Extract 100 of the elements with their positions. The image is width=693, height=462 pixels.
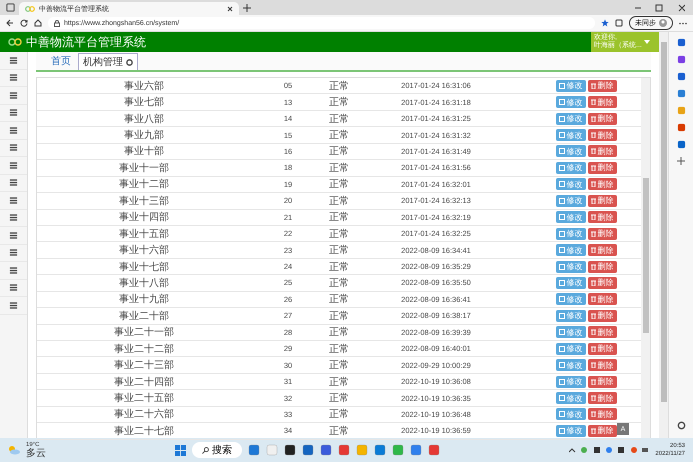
window-controls-icon[interactable] <box>635 4 685 12</box>
trash-icon <box>590 116 596 122</box>
edit-button[interactable]: 修改 <box>556 129 586 142</box>
edit-button[interactable]: 修改 <box>556 293 586 306</box>
trash-icon <box>590 312 596 319</box>
delete-button[interactable]: 删除 <box>588 392 616 404</box>
plus-icon[interactable] <box>243 4 251 12</box>
more-icon[interactable] <box>679 22 687 24</box>
star-icon[interactable] <box>601 19 609 27</box>
edit-button[interactable]: 修改 <box>556 376 586 388</box>
edit-button[interactable]: 修改 <box>556 244 586 256</box>
delete-button[interactable]: 删除 <box>588 96 616 108</box>
edit-button[interactable]: 修改 <box>556 359 586 372</box>
edit-button[interactable]: 修改 <box>556 310 586 322</box>
table-cell-text: 正常 <box>328 342 350 356</box>
close-icon[interactable] <box>227 6 233 12</box>
list-icon[interactable] <box>9 283 18 292</box>
edit-button[interactable]: 修改 <box>556 96 586 108</box>
lock-icon <box>54 20 60 26</box>
table-cell-text: 事业六部 <box>123 80 165 93</box>
delete-button[interactable]: 删除 <box>588 145 616 158</box>
delete-button[interactable]: 删除 <box>588 228 616 240</box>
delete-button[interactable]: 删除 <box>588 359 616 372</box>
trash-icon <box>590 82 596 89</box>
edit-button[interactable]: 修改 <box>556 80 586 92</box>
delete-button[interactable]: 删除 <box>588 408 616 420</box>
table-cell-text: 事业十八部 <box>118 276 170 290</box>
table-cell-text: 正常 <box>328 194 350 208</box>
table-cell-text: 正常 <box>328 128 350 142</box>
edit-button[interactable]: 修改 <box>556 342 586 355</box>
table-cell-text: 正常 <box>328 144 350 158</box>
list-icon[interactable] <box>9 248 18 258</box>
caret-icon <box>644 40 650 44</box>
trash-icon <box>590 395 596 402</box>
delete-button[interactable]: 删除 <box>588 310 616 322</box>
tab-actions-icon[interactable] <box>6 3 15 12</box>
table-cell-text: 事业二十部 <box>118 310 170 323</box>
edit-button[interactable]: 修改 <box>556 194 586 207</box>
table-cell-text: 正常 <box>328 112 350 126</box>
delete-button[interactable]: 删除 <box>588 293 616 306</box>
edit-button[interactable]: 修改 <box>556 408 586 420</box>
back-icon[interactable] <box>6 19 14 27</box>
edit-button[interactable]: 修改 <box>556 276 586 289</box>
table-cell-text: 正常 <box>328 228 350 241</box>
table-cell-text: 事业二十二部 <box>113 342 175 356</box>
trash-icon <box>590 148 596 154</box>
refresh-icon[interactable] <box>20 19 28 27</box>
delete-button[interactable]: 删除 <box>588 80 616 92</box>
page-tab[interactable]: 首页 <box>46 52 76 70</box>
edit-button[interactable]: 修改 <box>556 112 586 125</box>
scrollbar[interactable] <box>641 78 650 438</box>
delete-button[interactable]: 删除 <box>588 260 616 273</box>
tray-icons-drawing[interactable] <box>569 446 650 454</box>
delete-button[interactable]: 删除 <box>588 326 616 338</box>
delete-button[interactable]: 删除 <box>588 194 616 207</box>
delete-button[interactable]: 删除 <box>588 162 616 174</box>
table-cell-text: 正常 <box>328 424 350 438</box>
delete-button[interactable]: 删除 <box>588 129 616 142</box>
delete-button[interactable]: 删除 <box>588 178 616 190</box>
trash-icon <box>590 296 596 302</box>
trash-icon <box>590 230 596 237</box>
edit-button[interactable]: 修改 <box>556 145 586 158</box>
edit-button[interactable]: 修改 <box>556 260 586 273</box>
delete-button[interactable]: 删除 <box>588 211 616 224</box>
delete-button[interactable]: 删除 <box>588 112 616 125</box>
close-circle-icon[interactable] <box>126 58 133 66</box>
trash-icon <box>590 411 596 418</box>
avatar-icon <box>659 19 667 27</box>
app-icon[interactable] <box>284 444 296 456</box>
edit-button[interactable]: 修改 <box>556 424 586 437</box>
delete-button[interactable]: 删除 <box>588 244 616 256</box>
table-cell-text: 正常 <box>328 276 350 290</box>
edit-button[interactable]: 修改 <box>556 326 586 338</box>
trash-icon <box>590 198 596 204</box>
table-cell-text: 事业二十三部 <box>113 358 175 372</box>
delete-button[interactable]: 删除 <box>588 342 616 355</box>
table-cell-text: 正常 <box>328 292 350 306</box>
delete-button[interactable]: 删除 <box>588 376 616 388</box>
page-tab[interactable]: 机构管理 <box>78 53 138 70</box>
edit-button[interactable]: 修改 <box>556 178 586 190</box>
search-button[interactable]: 搜索 <box>192 442 242 458</box>
trash-icon <box>590 164 596 171</box>
edit-button[interactable]: 修改 <box>556 162 586 174</box>
app-title: 中善物流平台管理系统 <box>26 34 147 50</box>
table-cell-text: 正常 <box>328 358 350 372</box>
plus-icon[interactable] <box>677 157 685 165</box>
edit-button[interactable]: 修改 <box>556 392 586 404</box>
weather-description: 多云 <box>26 449 46 459</box>
table-cell-text: 事业二十五部 <box>113 392 175 406</box>
table-cell-text: 事业十七部 <box>118 260 170 274</box>
windows-icon[interactable] <box>175 444 186 456</box>
edit-button[interactable]: 修改 <box>556 228 586 240</box>
edit-button[interactable]: 修改 <box>556 211 586 224</box>
delete-button[interactable]: 删除 <box>588 276 616 289</box>
table-cell-text: 事业十部 <box>123 144 165 158</box>
trash-icon <box>590 329 596 336</box>
list-icon[interactable] <box>9 178 18 188</box>
delete-button[interactable]: 删除 <box>588 424 616 437</box>
trash-icon <box>590 346 596 352</box>
table-cell-text: 事业七部 <box>123 96 165 110</box>
